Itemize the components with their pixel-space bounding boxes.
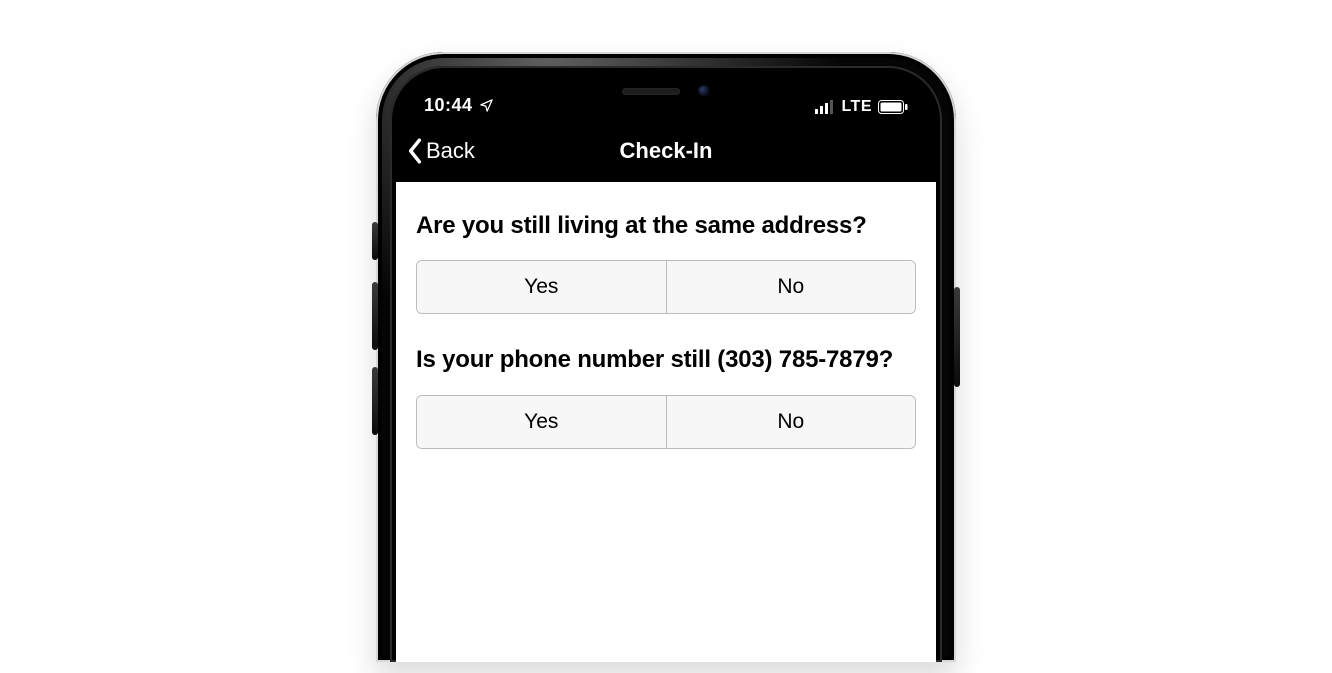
side-button xyxy=(954,287,960,387)
content-area: Are you still living at the same address… xyxy=(396,182,936,662)
address-no-button[interactable]: No xyxy=(666,261,916,313)
page-title: Check-In xyxy=(396,138,936,164)
segmented-phone: Yes No xyxy=(416,395,916,449)
nav-bar: Back Check-In xyxy=(396,120,936,182)
segmented-address: Yes No xyxy=(416,260,916,314)
location-arrow-icon xyxy=(479,98,494,113)
phone-frame: 10:44 xyxy=(376,52,956,662)
status-left: 10:44 xyxy=(424,95,494,116)
address-yes-button[interactable]: Yes xyxy=(417,261,666,313)
phone-no-button[interactable]: No xyxy=(666,396,916,448)
network-label: LTE xyxy=(841,98,872,116)
volume-up-button xyxy=(372,282,378,350)
battery-icon xyxy=(878,100,908,114)
phone-bezel: 10:44 xyxy=(390,66,942,662)
notch xyxy=(536,72,796,110)
mute-switch xyxy=(372,222,378,260)
question-address: Are you still living at the same address… xyxy=(416,210,916,242)
question-phone: Is your phone number still (303) 785-787… xyxy=(416,344,916,376)
clock: 10:44 xyxy=(424,95,473,116)
chevron-left-icon xyxy=(406,138,424,164)
earpiece xyxy=(622,88,680,95)
canvas: 10:44 xyxy=(0,0,1332,673)
cell-signal-icon xyxy=(815,100,835,114)
front-camera xyxy=(698,85,710,97)
phone-screen: 10:44 xyxy=(396,72,936,662)
back-button[interactable]: Back xyxy=(406,138,475,164)
status-right: LTE xyxy=(815,98,908,116)
phone-yes-button[interactable]: Yes xyxy=(417,396,666,448)
volume-down-button xyxy=(372,367,378,435)
back-label: Back xyxy=(426,138,475,164)
